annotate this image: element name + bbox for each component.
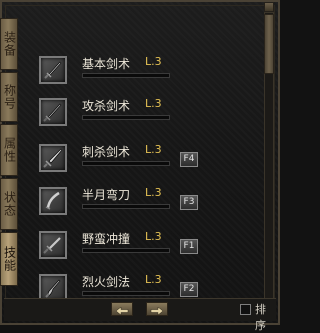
skill-exp-bar [82,73,170,78]
prev-page-button[interactable] [111,302,133,316]
skill-name: 基本剑术 [82,57,131,71]
skill-level: L.3 [145,186,162,199]
attack-skill-icon[interactable] [39,98,67,126]
charge-skill-icon[interactable] [39,231,67,259]
next-page-button[interactable] [146,302,168,316]
sword-skill-icon[interactable] [39,56,67,84]
skill-name: 野蛮冲撞 [82,232,131,246]
skill-name: 烈火剑法 [82,275,131,289]
skill-exp-bar [82,204,170,209]
tab-equipment-label: 装备 [2,31,17,57]
skill-name: 刺杀剑术 [82,145,131,159]
skill-level: L.3 [145,143,162,156]
skill-level: L.3 [145,230,162,243]
scroll-up-button[interactable] [264,2,274,12]
skill-level: L.3 [145,55,162,68]
sort-checkbox[interactable] [240,304,251,315]
skill-level: L.3 [145,273,162,286]
tab-title-label: 称号 [2,84,17,110]
skill-exp-bar [82,291,170,296]
scrollbar-thumb[interactable] [264,14,274,74]
tab-title[interactable]: 称号 [0,72,18,122]
hotkey-button[interactable]: F3 [180,195,198,210]
skill-name: 半月弯刀 [82,188,131,202]
sort-label: 排序 [255,303,266,332]
hotkey-button[interactable]: F2 [180,282,198,297]
arrow-right-icon [150,300,164,319]
tab-status-label: 状态 [2,191,17,217]
crescent-blade-icon[interactable] [39,187,67,215]
skill-exp-bar [82,115,170,120]
skill-exp-bar [82,248,170,253]
bottom-bar: 排序 [4,298,276,332]
skill-name: 攻杀剑术 [82,99,131,113]
tab-skills[interactable]: 技能 [0,232,18,286]
tab-skills-label: 技能 [2,246,17,272]
skill-row-3[interactable]: 刺杀剑术 L.3 F4 [36,140,226,180]
hotkey-button[interactable]: F4 [180,152,198,167]
tab-attributes-label: 属性 [2,137,17,163]
tab-attributes[interactable]: 属性 [0,124,18,176]
skill-row-5[interactable]: 野蛮冲撞 L.3 F1 [36,227,226,267]
skill-row-4[interactable]: 半月弯刀 L.3 F3 [36,183,226,223]
tab-status[interactable]: 状态 [0,178,18,230]
skill-exp-bar [82,161,170,166]
tab-equipment[interactable]: 装备 [0,18,18,70]
hotkey-button[interactable]: F1 [180,239,198,254]
skill-row-2[interactable]: 攻杀剑术 L.3 [36,94,226,134]
skill-row-1[interactable]: 基本剑术 L.3 [36,52,226,92]
thrust-skill-icon[interactable] [39,144,67,172]
arrow-left-icon [115,300,129,319]
skill-level: L.3 [145,97,162,110]
